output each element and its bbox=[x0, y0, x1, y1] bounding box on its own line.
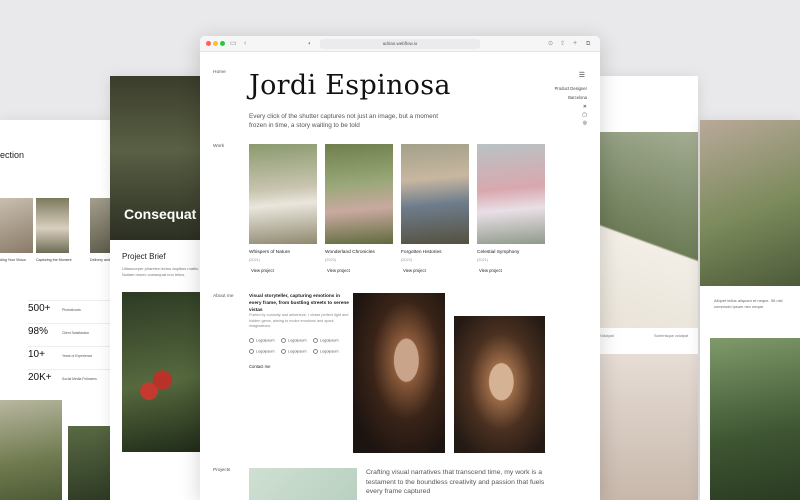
client-logo: Logoipsum bbox=[281, 338, 307, 343]
about-heading: Visual storyteller, capturing emotions i… bbox=[249, 294, 349, 313]
gallery-photo-lower bbox=[598, 354, 698, 500]
browser-window: ▭ ‹ ◐ adrian.webflow.io ⊙ ⇪ + ⧉ Home Wor… bbox=[200, 36, 600, 500]
location-label: Barcelona bbox=[568, 95, 587, 100]
twitter-icon[interactable]: ✕ bbox=[583, 104, 587, 110]
project-brief-text: Ullamcorper pharetra lectus dapibus matt… bbox=[122, 266, 200, 277]
view-project-button[interactable]: View project bbox=[249, 267, 276, 274]
nav-home[interactable]: Home bbox=[213, 70, 226, 75]
view-project-button[interactable]: View project bbox=[477, 267, 504, 274]
view-project-button[interactable]: View project bbox=[325, 267, 352, 274]
work-title-3: Forgotten Histories bbox=[401, 250, 442, 255]
gallery-caption-right: Scelerisque volutpat bbox=[654, 334, 689, 338]
background-card-project: Consequat Project Brief Ullamcorper phar… bbox=[110, 76, 210, 500]
nav-projects[interactable]: Projects bbox=[213, 468, 230, 473]
nav-about[interactable]: About me bbox=[213, 294, 234, 299]
work-year-2: (2023) bbox=[325, 258, 336, 262]
close-window-button[interactable] bbox=[206, 41, 211, 46]
minimize-window-button[interactable] bbox=[213, 41, 218, 46]
sidebar-toggle-icon[interactable]: ▭ bbox=[230, 39, 237, 49]
address-bar[interactable]: adrian.webflow.io bbox=[320, 39, 480, 49]
background-card-right: Aliquet tellus aliquam et neque. Sit nis… bbox=[700, 120, 800, 500]
background-card-gallery: Volutpat Scelerisque volutpat bbox=[598, 76, 698, 500]
stat-label: Social Media Followers bbox=[62, 377, 97, 381]
client-logo: Logoipsum bbox=[313, 349, 339, 354]
work-year-1: (2021) bbox=[249, 258, 260, 262]
stat-label: Client Satisfaction bbox=[62, 331, 90, 335]
logo-mark-icon bbox=[281, 338, 286, 343]
project-brief-title: Project Brief bbox=[122, 252, 166, 261]
work-photo-3[interactable] bbox=[401, 144, 469, 244]
about-text: Fueled by curiosity and adventure, I cha… bbox=[249, 313, 349, 329]
anthurium-photo bbox=[122, 292, 210, 452]
browser-titlebar: ▭ ‹ ◐ adrian.webflow.io ⊙ ⇪ + ⧉ bbox=[200, 36, 600, 52]
client-logo: Logoipsum bbox=[249, 338, 275, 343]
service-photo-3 bbox=[90, 198, 112, 253]
new-tab-icon[interactable]: + bbox=[573, 39, 577, 49]
client-logo: Logoipsum bbox=[249, 349, 275, 354]
gallery-woman-photo bbox=[598, 132, 698, 328]
project-preview-photo[interactable] bbox=[249, 468, 357, 500]
service-caption-2: Capturing the Moment bbox=[36, 258, 72, 262]
back-arrow-icon[interactable]: ‹ bbox=[244, 39, 246, 49]
client-logo: Logoipsum bbox=[313, 338, 339, 343]
work-title-2: Wonderland Chronicles bbox=[325, 250, 375, 255]
stat-label: Photoshoots bbox=[62, 308, 81, 312]
hero-tagline: Every click of the shutter captures not … bbox=[249, 113, 438, 130]
service-photo-2 bbox=[36, 198, 69, 253]
work-photo-4[interactable] bbox=[477, 144, 545, 244]
logo-mark-icon bbox=[313, 338, 318, 343]
gallery-caption-left: Volutpat bbox=[600, 334, 614, 338]
stat-value: 98% bbox=[28, 326, 49, 337]
right-card-text: Aliquet tellus aliquam et neque. Sit nis… bbox=[714, 298, 783, 309]
stat-value: 500+ bbox=[28, 303, 51, 314]
share-icon[interactable]: ⇪ bbox=[560, 39, 565, 49]
service-photo-1 bbox=[0, 198, 33, 253]
role-label: Product Designer bbox=[554, 86, 587, 91]
palm-photo bbox=[710, 338, 800, 500]
privacy-shield-icon[interactable]: ◐ bbox=[308, 39, 312, 49]
download-icon[interactable]: ⊙ bbox=[548, 39, 553, 49]
stat-value: 10+ bbox=[28, 349, 45, 360]
gallery-photo-1 bbox=[0, 400, 62, 500]
service-caption-1: ding Your Vision bbox=[0, 258, 26, 262]
nav-work[interactable]: Work bbox=[213, 144, 224, 149]
stat-value: 20K+ bbox=[28, 372, 52, 383]
client-logo: Logoipsum bbox=[281, 349, 307, 354]
logo-mark-icon bbox=[313, 349, 318, 354]
work-title-4: Celestial Symphony bbox=[477, 250, 520, 255]
gallery-photo-2 bbox=[68, 426, 110, 500]
linkedin-icon[interactable]: ▢ bbox=[582, 112, 587, 118]
menu-icon[interactable]: ☰ bbox=[579, 71, 585, 79]
tabs-overview-icon[interactable]: ⧉ bbox=[586, 39, 590, 49]
contact-me-button[interactable]: Contact me bbox=[249, 364, 270, 369]
work-title-1: Whispers of Nature bbox=[249, 250, 291, 255]
projects-intro-text: Crafting visual narratives that transcen… bbox=[366, 469, 545, 496]
logo-mark-icon bbox=[249, 338, 254, 343]
work-photo-1[interactable] bbox=[249, 144, 317, 244]
section-title: ection bbox=[0, 150, 25, 160]
portrait-photo-1 bbox=[353, 293, 445, 453]
portrait-photo-2 bbox=[454, 316, 545, 453]
maximize-window-button[interactable] bbox=[220, 41, 225, 46]
logo-mark-icon bbox=[281, 349, 286, 354]
instagram-icon[interactable]: ◎ bbox=[583, 120, 587, 126]
stat-label: Years of Experience bbox=[62, 354, 93, 358]
work-year-4: (2021) bbox=[477, 258, 488, 262]
work-year-3: (2022) bbox=[401, 258, 412, 262]
project-hero-title: Consequat bbox=[124, 206, 197, 222]
work-photo-2[interactable] bbox=[325, 144, 393, 244]
view-project-button[interactable]: View project bbox=[401, 267, 428, 274]
service-caption-3: Delivery and bbox=[90, 258, 110, 262]
page-title: Jordi Espinosa bbox=[249, 70, 451, 101]
right-hero-photo bbox=[700, 120, 800, 286]
logo-mark-icon bbox=[249, 349, 254, 354]
